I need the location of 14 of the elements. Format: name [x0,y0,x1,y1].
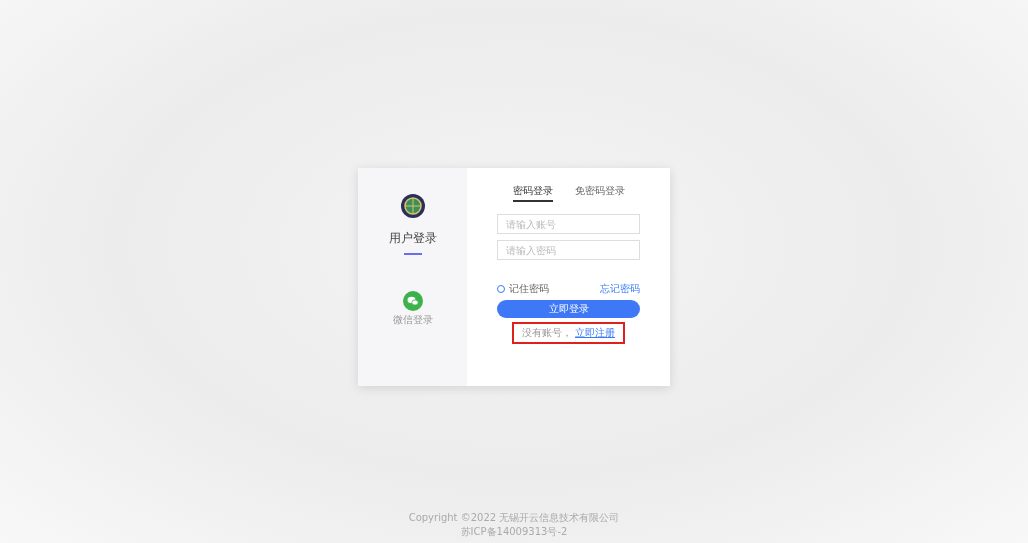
input-field[interactable]: 请输入账号 [497,214,640,234]
remember-checkbox[interactable]: 记住密码 [497,282,549,296]
register-prompt: 没有账号， [521,327,572,338]
emblem-logo-icon [400,194,425,218]
input-field[interactable]: 请输入密码 [497,240,640,260]
chat-bubbles-icon [402,291,423,311]
register-link[interactable]: 立即注册 [575,327,616,338]
login-tab[interactable]: 密码登录 [512,182,553,202]
forgot-password-link[interactable]: 忘记密码 [600,282,640,296]
footer-text: 苏ICP备14009313号-2 [459,525,569,539]
wechat-login-button[interactable]: 微信登录 [392,291,433,327]
panel-title: 用户登录 [388,230,437,247]
login-button[interactable]: 立即登录 [497,300,640,318]
login-tab[interactable]: 免密码登录 [574,182,625,202]
